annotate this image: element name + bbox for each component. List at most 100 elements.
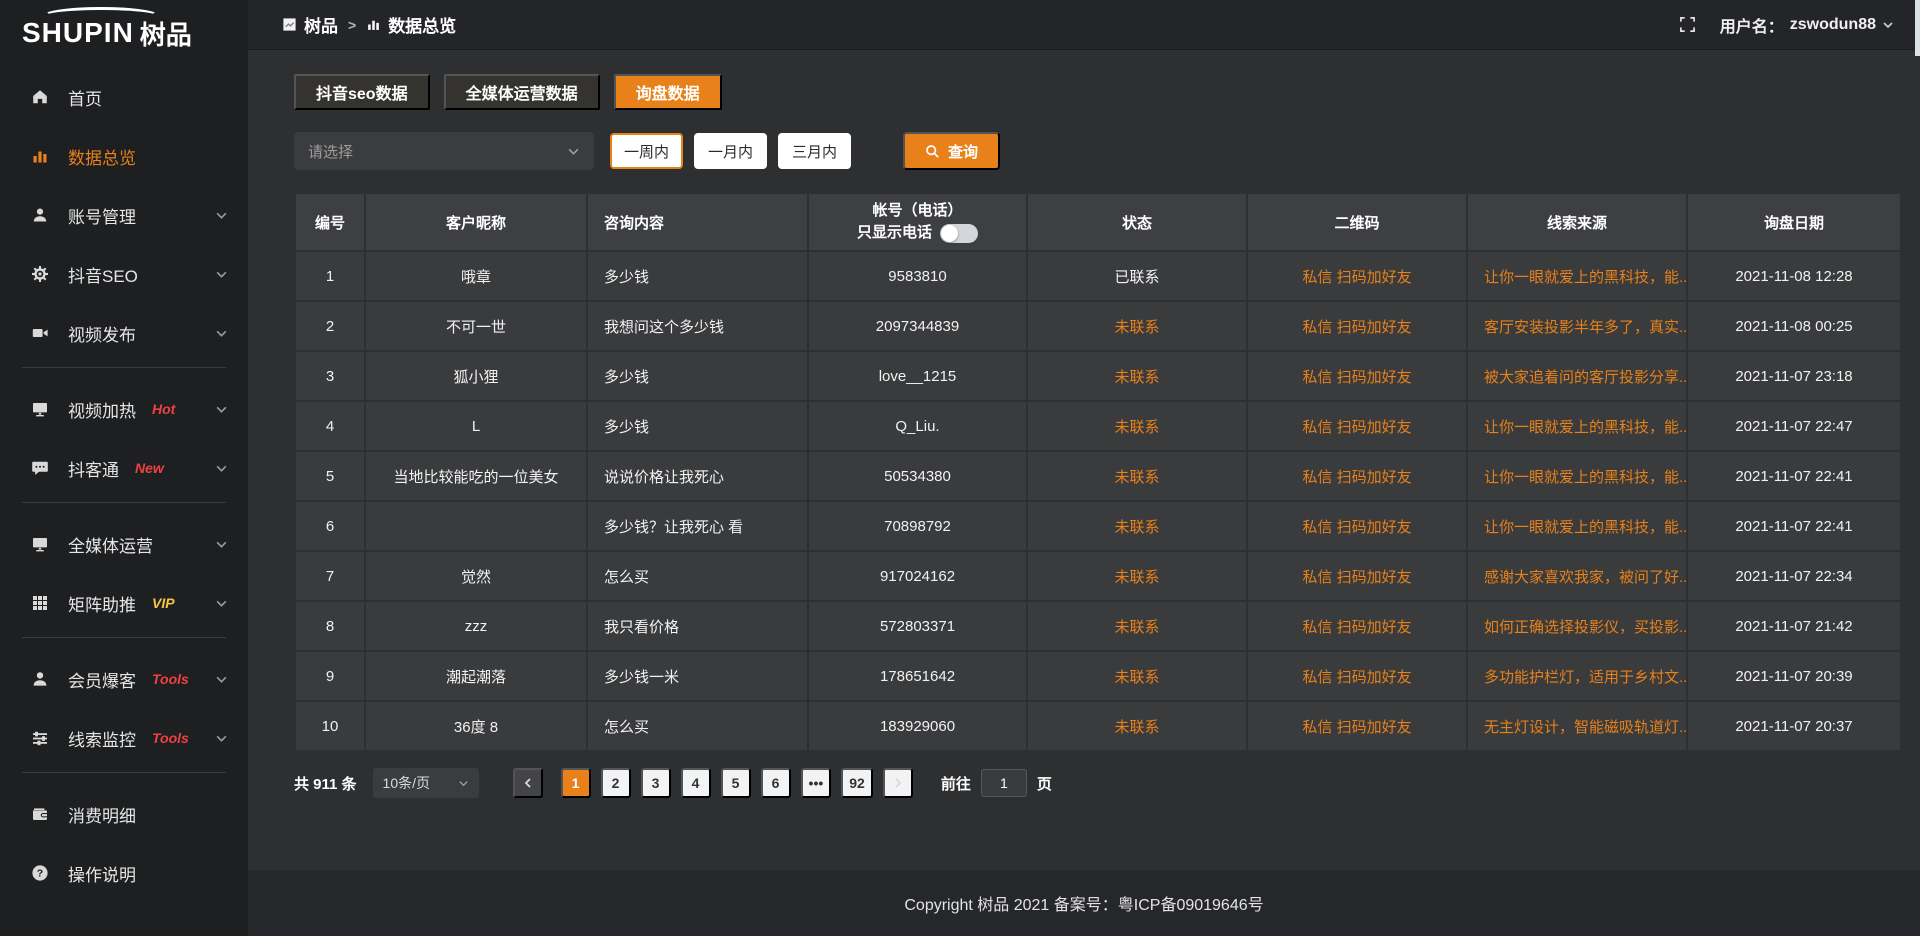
cell-qrcode-links[interactable]: 私信 扫码加好友 bbox=[1247, 601, 1467, 651]
cell-source-link[interactable]: 客厅安装投影半年多了，真实... bbox=[1467, 301, 1687, 351]
data-tabs: 抖音seo数据全媒体运营数据询盘数据 bbox=[294, 74, 1902, 110]
goto-page-input[interactable] bbox=[981, 769, 1027, 797]
cell-nickname: 不可一世 bbox=[365, 301, 587, 351]
sidebar-item-video-publish[interactable]: 视频发布 bbox=[0, 308, 248, 358]
range-button-one-month[interactable]: 一月内 bbox=[694, 133, 767, 169]
next-page-button[interactable] bbox=[883, 768, 913, 798]
sidebar-item-video-heat[interactable]: 视频加热Hot bbox=[0, 384, 248, 434]
breadcrumb-item-data-overview[interactable]: 数据总览 bbox=[366, 12, 456, 37]
cell-id: 9 bbox=[295, 651, 365, 701]
cell-nickname bbox=[365, 501, 587, 551]
scrollbar-thumb[interactable] bbox=[1915, 0, 1920, 56]
cell-qrcode-links[interactable]: 私信 扫码加好友 bbox=[1247, 351, 1467, 401]
cell-qrcode-links[interactable]: 私信 扫码加好友 bbox=[1247, 551, 1467, 601]
cell-source-link[interactable]: 无主灯设计，智能磁吸轨道灯... bbox=[1467, 701, 1687, 751]
chevron-right-icon bbox=[892, 777, 904, 789]
sidebar-item-data-overview[interactable]: 数据总览 bbox=[0, 131, 248, 181]
cell-date: 2021-11-07 22:41 bbox=[1687, 501, 1901, 551]
chevron-down-icon bbox=[458, 778, 469, 789]
breadcrumb-item-brand[interactable]: 树品 bbox=[282, 12, 338, 37]
sidebar-item-operation-guide[interactable]: ?操作说明 bbox=[0, 848, 248, 898]
page-button-2[interactable]: 2 bbox=[601, 768, 631, 798]
cell-account: 70898792 bbox=[808, 501, 1027, 551]
cell-qrcode-links[interactable]: 私信 扫码加好友 bbox=[1247, 701, 1467, 751]
breadcrumb-separator: > bbox=[348, 17, 356, 33]
user-menu[interactable]: 用户名： zswodun88 bbox=[1720, 13, 1894, 37]
cell-source-link[interactable]: 让你一眼就爱上的黑科技，能... bbox=[1467, 401, 1687, 451]
cell-date: 2021-11-07 22:47 bbox=[1687, 401, 1901, 451]
tab-douyin-seo-data[interactable]: 抖音seo数据 bbox=[294, 74, 430, 110]
cell-qrcode-links[interactable]: 私信 扫码加好友 bbox=[1247, 401, 1467, 451]
table-row: 9潮起潮落多少钱一米178651642未联系私信 扫码加好友多功能护栏灯，适用于… bbox=[295, 651, 1901, 701]
inquiry-table: 编号 客户昵称 咨询内容 帐号（电话） 只显示电话 状态 bbox=[294, 192, 1902, 752]
cell-qrcode-links[interactable]: 私信 扫码加好友 bbox=[1247, 301, 1467, 351]
page-scrollbar[interactable] bbox=[1915, 0, 1920, 936]
cell-account: 572803371 bbox=[808, 601, 1027, 651]
sidebar-item-badge: Tools bbox=[152, 671, 189, 687]
page-button-5[interactable]: 5 bbox=[721, 768, 751, 798]
range-button-one-week[interactable]: 一周内 bbox=[610, 133, 683, 169]
sidebar-item-douyin-seo[interactable]: 抖音SEO bbox=[0, 249, 248, 299]
cell-content: 我只看价格 bbox=[587, 601, 808, 651]
cell-source-link[interactable]: 让你一眼就爱上的黑科技，能... bbox=[1467, 451, 1687, 501]
cell-qrcode-links[interactable]: 私信 扫码加好友 bbox=[1247, 251, 1467, 301]
col-header-nickname: 客户昵称 bbox=[365, 193, 587, 251]
range-button-three-months[interactable]: 三月内 bbox=[778, 133, 851, 169]
filter-select[interactable]: 请选择 bbox=[294, 132, 594, 170]
fullscreen-icon[interactable] bbox=[1679, 16, 1696, 33]
sidebar-item-badge: Tools bbox=[152, 730, 189, 746]
cell-qrcode-links[interactable]: 私信 扫码加好友 bbox=[1247, 451, 1467, 501]
sidebar-item-consumption-detail[interactable]: 消费明细 bbox=[0, 789, 248, 839]
cell-date: 2021-11-07 23:18 bbox=[1687, 351, 1901, 401]
main-column: 树品 > 数据总览 用户名： zswodun88 bbox=[248, 0, 1920, 936]
page-button-3[interactable]: 3 bbox=[641, 768, 671, 798]
grid-icon bbox=[28, 594, 52, 612]
cell-content: 怎么买 bbox=[587, 551, 808, 601]
cell-qrcode-links[interactable]: 私信 扫码加好友 bbox=[1247, 501, 1467, 551]
tab-inquiry-data[interactable]: 询盘数据 bbox=[614, 74, 722, 110]
sidebar-item-label: 账号管理 bbox=[68, 203, 136, 228]
prev-page-button[interactable] bbox=[513, 768, 543, 798]
page-button-1[interactable]: 1 bbox=[561, 768, 591, 798]
chevron-down-icon bbox=[215, 327, 228, 340]
cell-qrcode-links[interactable]: 私信 扫码加好友 bbox=[1247, 651, 1467, 701]
sidebar-item-home[interactable]: 首页 bbox=[0, 72, 248, 122]
sidebar-item-label: 会员爆客 bbox=[68, 667, 136, 692]
search-icon bbox=[925, 144, 940, 159]
phone-only-toggle[interactable] bbox=[940, 224, 978, 243]
cell-source-link[interactable]: 如何正确选择投影仪，买投影... bbox=[1467, 601, 1687, 651]
cell-content: 怎么买 bbox=[587, 701, 808, 751]
cell-status: 未联系 bbox=[1027, 651, 1247, 701]
app-root: SHUPIN 树品 首页数据总览账号管理抖音SEO视频发布视频加热Hot抖客通N… bbox=[0, 0, 1920, 936]
sidebar-item-clue-monitor[interactable]: 线索监控Tools bbox=[0, 713, 248, 763]
sidebar-item-account-management[interactable]: 账号管理 bbox=[0, 190, 248, 240]
sidebar: SHUPIN 树品 首页数据总览账号管理抖音SEO视频发布视频加热Hot抖客通N… bbox=[0, 0, 248, 936]
filter-select-placeholder: 请选择 bbox=[308, 141, 353, 162]
page-button-4[interactable]: 4 bbox=[681, 768, 711, 798]
chevron-down-icon bbox=[215, 209, 228, 222]
sidebar-item-matrix-boost[interactable]: 矩阵助推VIP bbox=[0, 578, 248, 628]
cell-source-link[interactable]: 感谢大家喜欢我家，被问了好... bbox=[1467, 551, 1687, 601]
user-icon bbox=[28, 206, 52, 224]
search-button[interactable]: 查询 bbox=[903, 132, 1000, 170]
page-button-6[interactable]: 6 bbox=[761, 768, 791, 798]
sidebar-item-media-operation[interactable]: 全媒体运营 bbox=[0, 519, 248, 569]
cell-source-link[interactable]: 让你一眼就爱上的黑科技，能... bbox=[1467, 251, 1687, 301]
sidebar-item-douketong[interactable]: 抖客通New bbox=[0, 443, 248, 493]
sidebar-divider bbox=[22, 637, 226, 638]
cell-source-link[interactable]: 让你一眼就爱上的黑科技，能... bbox=[1467, 501, 1687, 551]
cell-source-link[interactable]: 被大家追着问的客厅投影分享... bbox=[1467, 351, 1687, 401]
chevron-left-icon bbox=[522, 777, 534, 789]
sidebar-item-member-burst[interactable]: 会员爆客 Tools bbox=[0, 654, 248, 704]
cell-source-link[interactable]: 多功能护栏灯，适用于乡村文... bbox=[1467, 651, 1687, 701]
cell-account: 2097344839 bbox=[808, 301, 1027, 351]
sidebar-item-label: 抖客通 bbox=[68, 456, 119, 481]
cell-id: 5 bbox=[295, 451, 365, 501]
range-buttons: 一周内一月内三月内 bbox=[610, 133, 851, 169]
page-ellipsis[interactable]: ••• bbox=[801, 768, 832, 798]
page-button-92[interactable]: 92 bbox=[841, 768, 873, 798]
per-page-select[interactable]: 10条/页 bbox=[373, 768, 479, 798]
cell-account: 50534380 bbox=[808, 451, 1027, 501]
cell-status: 未联系 bbox=[1027, 601, 1247, 651]
tab-media-operation-data[interactable]: 全媒体运营数据 bbox=[444, 74, 600, 110]
